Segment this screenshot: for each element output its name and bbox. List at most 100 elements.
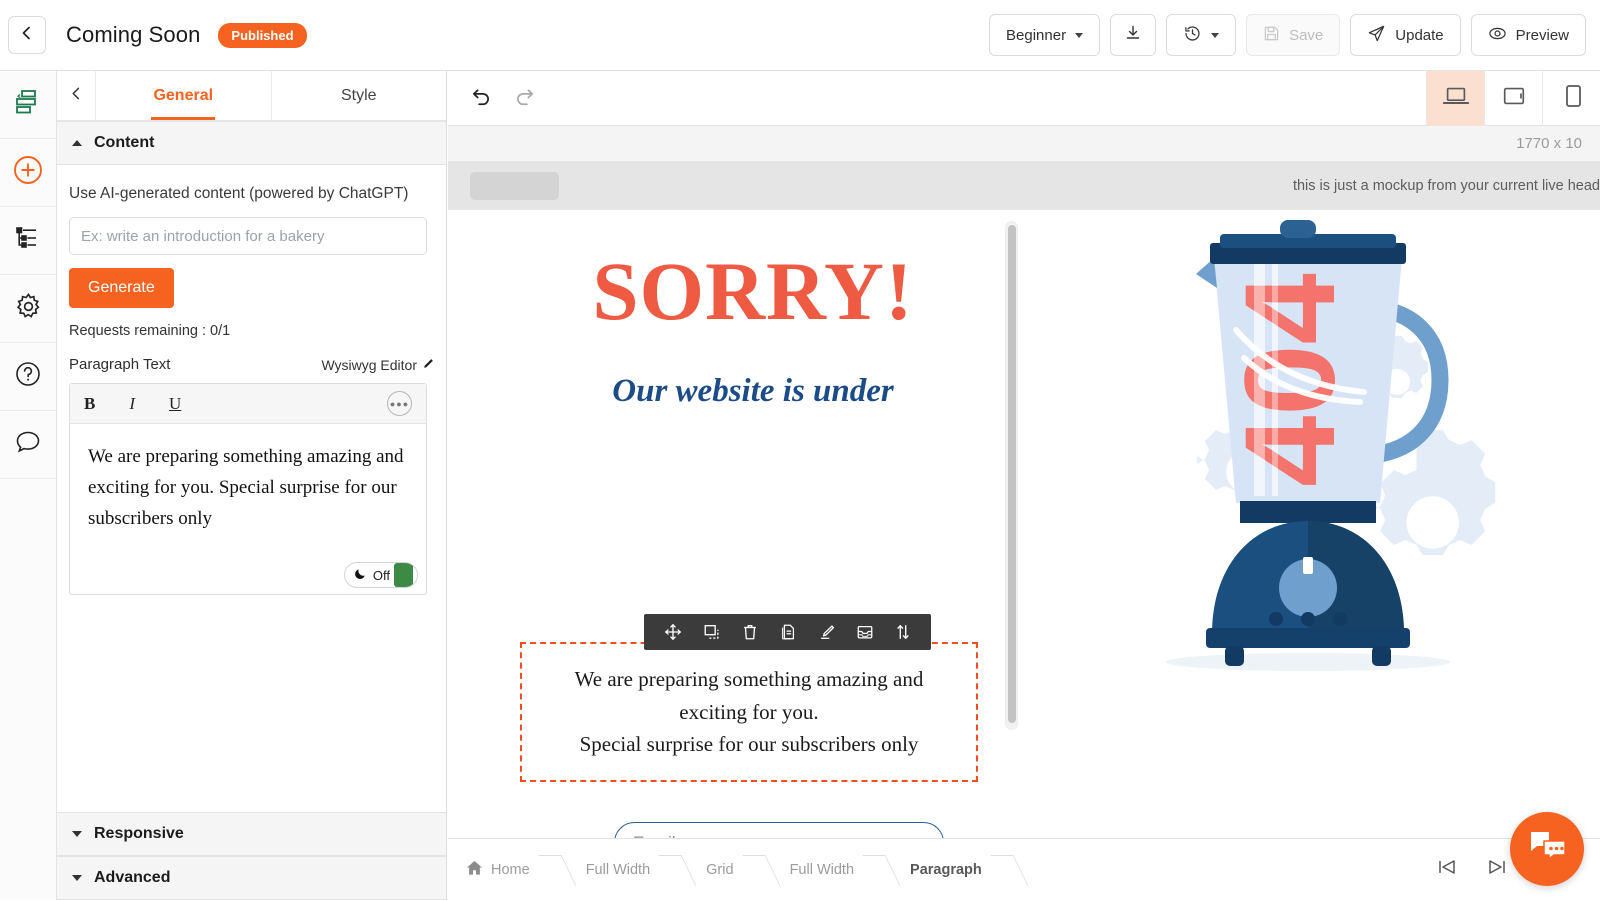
update-label: Update — [1395, 27, 1443, 44]
paragraph-line-1: We are preparing something amazing and — [575, 663, 924, 696]
breadcrumb-separator — [546, 839, 568, 901]
page-preview: SORRY! Our website is under — [448, 210, 1600, 869]
chat-support-icon — [1526, 829, 1568, 870]
blender-404-illustration: 404 — [1068, 210, 1548, 680]
device-mobile-button[interactable] — [1542, 71, 1600, 126]
top-bar: Coming Soon Published Beginner Save — [0, 0, 1600, 71]
duplicate-icon[interactable] — [703, 623, 721, 641]
hero-headline[interactable]: SORRY! — [508, 250, 998, 333]
content-section-body: Use AI-generated content (powered by Cha… — [57, 165, 446, 812]
skip-back-icon[interactable] — [1436, 857, 1458, 882]
breadcrumb-item-paragraph[interactable]: Paragraph — [892, 839, 998, 901]
skill-level-select[interactable]: Beginner — [989, 14, 1100, 56]
breadcrumb-home-label: Home — [491, 862, 530, 878]
sidebar-item-add-element[interactable] — [0, 139, 56, 207]
mockup-logo-placeholder — [470, 172, 559, 200]
send-plane-icon — [1367, 24, 1386, 47]
paragraph-line-2: exciting for you. — [679, 696, 818, 729]
moon-icon — [354, 565, 367, 586]
bold-button[interactable]: B — [84, 394, 95, 414]
viewport-size-bar: 1770 x 10 — [448, 126, 1600, 162]
skip-forward-icon[interactable] — [1486, 857, 1508, 882]
breadcrumb-item-fullwidth-1[interactable]: Full Width — [568, 839, 666, 901]
editor-text-area[interactable]: We are preparing something amazing and e… — [70, 424, 426, 594]
chevron-down-icon — [1075, 33, 1083, 38]
toggle-knob[interactable] — [394, 563, 413, 587]
phone-icon — [1562, 84, 1582, 113]
section-header-content[interactable]: Content — [57, 121, 446, 165]
dark-mode-toggle[interactable]: Off — [344, 562, 418, 588]
section-header-responsive[interactable]: Responsive — [57, 812, 446, 856]
panel-back-button[interactable] — [57, 71, 96, 120]
redo-button[interactable] — [513, 84, 536, 112]
trash-icon[interactable] — [741, 623, 759, 641]
back-button[interactable] — [8, 16, 46, 54]
pen-edit-icon[interactable] — [818, 623, 836, 641]
bottom-bar: Home Full Width Grid Full Width Paragrap… — [448, 838, 1600, 900]
hero-text-block: SORRY! Our website is under — [508, 250, 998, 410]
breadcrumb: Home Full Width Grid Full Width Paragrap… — [448, 839, 1020, 901]
breadcrumb-separator — [870, 839, 892, 901]
scrollbar-thumb[interactable] — [1008, 225, 1016, 723]
undo-button[interactable] — [470, 84, 493, 112]
canvas-toolbar — [448, 71, 1600, 126]
tab-general[interactable]: General — [96, 71, 272, 120]
preview-button[interactable]: Preview — [1471, 14, 1586, 56]
section-content-title: Content — [94, 134, 154, 152]
breadcrumb-item-grid[interactable]: Grid — [688, 839, 749, 901]
ai-content-label: Use AI-generated content (powered by Cha… — [69, 183, 434, 205]
wysiwyg-editor-toggle[interactable]: Wysiwyg Editor — [321, 357, 434, 373]
up-down-arrows-icon[interactable] — [895, 623, 911, 641]
chevron-left-icon — [19, 25, 35, 46]
update-button[interactable]: Update — [1350, 14, 1460, 56]
chat-support-button[interactable] — [1510, 812, 1584, 886]
underline-button[interactable]: U — [169, 394, 181, 414]
settings-panel: General Style Content Use AI-generated c… — [57, 71, 447, 900]
selected-paragraph-element[interactable]: We are preparing something amazing and e… — [520, 642, 978, 782]
chevron-down-icon — [72, 875, 82, 881]
viewport-size-text: 1770 x 10 — [1516, 135, 1582, 152]
question-circle-icon — [14, 360, 42, 393]
section-header-advanced[interactable]: Advanced — [57, 856, 446, 900]
breadcrumb-label: Paragraph — [910, 862, 982, 878]
copy-document-icon[interactable] — [779, 623, 797, 641]
breadcrumb-item-fullwidth-2[interactable]: Full Width — [772, 839, 870, 901]
generate-button[interactable]: Generate — [69, 268, 174, 308]
wysiwyg-label: Wysiwyg Editor — [321, 357, 417, 373]
plus-circle-icon — [12, 154, 44, 191]
left-icon-rail — [0, 71, 57, 900]
save-label: Save — [1289, 27, 1323, 44]
device-desktop-button[interactable] — [1426, 71, 1484, 126]
layout-structure-icon — [14, 89, 42, 120]
tab-style[interactable]: Style — [272, 71, 447, 120]
move-arrows-icon[interactable] — [664, 623, 682, 641]
save-button[interactable]: Save — [1246, 14, 1340, 56]
download-icon — [1124, 24, 1142, 46]
italic-button[interactable]: I — [129, 394, 135, 414]
requests-remaining-text: Requests remaining : 0/1 — [69, 323, 434, 339]
chevron-up-icon — [72, 140, 82, 146]
hero-subheadline[interactable]: Our website is under — [508, 373, 998, 410]
chevron-down-icon — [72, 831, 82, 837]
wysiwyg-editor: B I U ●●● We are preparing something ama… — [69, 383, 427, 595]
mockup-note-text: this is just a mockup from your current … — [1293, 178, 1600, 194]
sidebar-item-feedback[interactable] — [0, 411, 56, 479]
device-tablet-button[interactable] — [1484, 71, 1542, 126]
mockup-header-bar: this is just a mockup from your current … — [448, 162, 1600, 210]
sidebar-item-structure[interactable] — [0, 71, 56, 139]
revision-history-button[interactable] — [1166, 14, 1236, 56]
sidebar-item-settings[interactable] — [0, 275, 56, 343]
preview-scrollbar[interactable] — [1005, 221, 1018, 730]
ai-prompt-input[interactable] — [69, 217, 427, 255]
library-box-icon[interactable] — [856, 623, 874, 641]
canvas-area: 1770 x 10 this is just a mockup from you… — [448, 71, 1600, 900]
eye-icon — [1488, 24, 1507, 47]
chat-bubble-icon — [14, 429, 42, 460]
sidebar-item-help[interactable] — [0, 343, 56, 411]
more-options-icon[interactable]: ●●● — [387, 391, 412, 416]
breadcrumb-separator — [666, 839, 688, 901]
preview-label: Preview — [1516, 27, 1569, 44]
breadcrumb-item-home[interactable]: Home — [448, 839, 546, 901]
download-button[interactable] — [1110, 14, 1156, 56]
sidebar-item-navigator[interactable] — [0, 207, 56, 275]
